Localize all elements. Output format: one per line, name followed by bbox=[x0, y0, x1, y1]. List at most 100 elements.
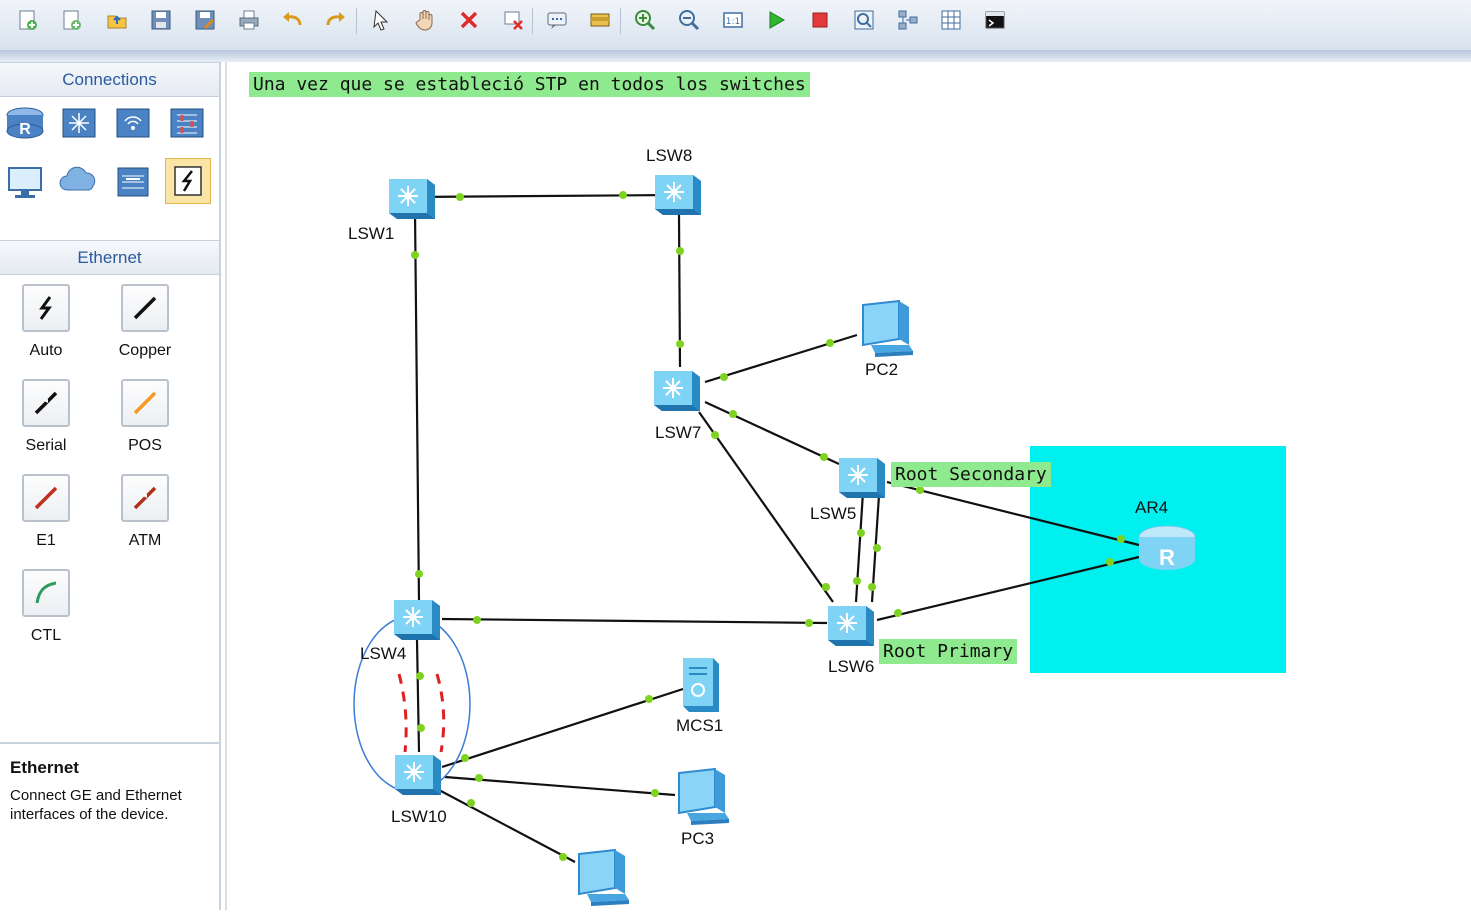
server-icon[interactable] bbox=[112, 160, 156, 204]
link-lsw5-lsw6-a[interactable] bbox=[854, 491, 865, 603]
connections-header[interactable]: Connections bbox=[0, 62, 219, 97]
cli-icon[interactable] bbox=[981, 6, 1009, 34]
save-as-icon[interactable] bbox=[191, 6, 219, 34]
open-icon[interactable] bbox=[103, 6, 131, 34]
router-ar4[interactable]: R bbox=[1138, 525, 1196, 570]
switch-lsw5[interactable] bbox=[838, 457, 886, 499]
cable-serial[interactable]: Serial bbox=[6, 379, 86, 455]
cable-label: CTL bbox=[30, 627, 62, 644]
router-icon[interactable]: R bbox=[3, 101, 47, 145]
delete-icon[interactable] bbox=[455, 6, 483, 34]
topology-icon[interactable] bbox=[894, 6, 922, 34]
print-icon[interactable] bbox=[235, 6, 263, 34]
cable-label: E1 bbox=[36, 532, 56, 549]
save-icon[interactable] bbox=[147, 6, 175, 34]
cloud-icon[interactable] bbox=[58, 160, 102, 204]
pc-icon[interactable] bbox=[3, 160, 47, 204]
pc-pc4[interactable] bbox=[578, 849, 630, 907]
select-pointer-icon[interactable] bbox=[367, 6, 395, 34]
pc-pc3[interactable] bbox=[678, 768, 730, 826]
link-lsw10-pc4[interactable] bbox=[438, 789, 576, 863]
label-pc3: PC3 bbox=[681, 829, 715, 848]
grid-icon[interactable] bbox=[937, 6, 965, 34]
switch-lsw6[interactable] bbox=[827, 605, 875, 647]
label-pc2: PC2 bbox=[865, 360, 899, 379]
device-panel: Connections R Ethernet Auto Copper Seria… bbox=[0, 62, 221, 912]
switch-lsw7[interactable] bbox=[653, 370, 701, 412]
cable-copper[interactable]: Copper bbox=[105, 284, 185, 360]
label-lsw1: LSW1 bbox=[348, 224, 395, 243]
topology-canvas[interactable]: R Una vez que se estableció STP en todos… bbox=[225, 62, 1471, 910]
zoom-in-icon[interactable] bbox=[631, 6, 659, 34]
svg-text:1:1: 1:1 bbox=[726, 17, 740, 27]
label-lsw6: LSW6 bbox=[828, 657, 875, 676]
undo-icon[interactable] bbox=[278, 6, 306, 34]
redo-icon[interactable] bbox=[322, 6, 350, 34]
connection-cable-icon[interactable] bbox=[165, 158, 211, 204]
new-page-icon[interactable] bbox=[58, 6, 86, 34]
port-indicators bbox=[411, 191, 1125, 861]
capture-icon[interactable] bbox=[850, 6, 878, 34]
label-lsw8: LSW8 bbox=[646, 146, 693, 165]
label-lsw4: LSW4 bbox=[360, 644, 407, 663]
description-panel: Ethernet Connect GE and Ethernet interfa… bbox=[0, 742, 219, 912]
svg-text:R: R bbox=[1159, 545, 1175, 570]
switch-lsw4[interactable] bbox=[393, 599, 441, 641]
ctl-cable-icon bbox=[22, 569, 70, 617]
link-lsw1-lsw8[interactable] bbox=[412, 193, 676, 199]
description-title: Ethernet bbox=[10, 758, 79, 777]
start-devices-icon[interactable] bbox=[762, 6, 790, 34]
label-lsw10: LSW10 bbox=[391, 807, 447, 826]
cable-label: ATM bbox=[128, 532, 162, 549]
zoom-out-icon[interactable] bbox=[675, 6, 703, 34]
blocked-port-mark-right bbox=[435, 673, 446, 753]
ethernet-header[interactable]: Ethernet bbox=[0, 240, 219, 275]
pan-hand-icon[interactable] bbox=[411, 6, 439, 34]
pos-cable-icon bbox=[121, 379, 169, 427]
link-lsw7-lsw5[interactable] bbox=[704, 401, 840, 465]
description-text: Connect GE and Ethernet interfaces of th… bbox=[10, 787, 182, 823]
link-lsw4-lsw6[interactable] bbox=[441, 617, 828, 625]
switch-lsw1[interactable] bbox=[388, 178, 436, 220]
link-lsw7-pc2[interactable] bbox=[704, 333, 858, 384]
stop-devices-icon[interactable] bbox=[806, 6, 834, 34]
main-toolbar: 1:1 bbox=[0, 0, 1471, 51]
link-lsw4-lsw10[interactable] bbox=[415, 639, 421, 753]
cable-e1[interactable]: E1 bbox=[6, 474, 86, 550]
e1-cable-icon bbox=[22, 474, 70, 522]
switch-icon[interactable] bbox=[58, 101, 102, 145]
serial-cable-icon bbox=[22, 379, 70, 427]
root-secondary-note[interactable]: Root Secondary bbox=[891, 462, 1051, 487]
delete-link-icon[interactable] bbox=[499, 6, 527, 34]
cable-ctl[interactable]: CTL bbox=[6, 569, 86, 645]
cable-auto[interactable]: Auto bbox=[6, 284, 86, 360]
new-topology-icon[interactable] bbox=[14, 6, 42, 34]
wireless-icon[interactable] bbox=[112, 101, 156, 145]
label-ar4: AR4 bbox=[1135, 498, 1169, 517]
palette-icon[interactable] bbox=[586, 6, 614, 34]
firewall-icon[interactable] bbox=[166, 101, 210, 145]
label-lsw5: LSW5 bbox=[810, 504, 857, 523]
auto-cable-icon bbox=[22, 284, 70, 332]
title-note[interactable]: Una vez que se estableció STP en todos l… bbox=[249, 72, 810, 97]
pc-pc2[interactable] bbox=[862, 300, 914, 358]
blocked-port-mark-left bbox=[397, 673, 408, 753]
cable-atm[interactable]: ATM bbox=[105, 474, 185, 550]
atm-cable-icon bbox=[121, 474, 169, 522]
switch-lsw10[interactable] bbox=[394, 754, 442, 796]
cable-pos[interactable]: POS bbox=[105, 379, 185, 455]
cable-label: Auto bbox=[29, 342, 63, 359]
label-lsw7: LSW7 bbox=[655, 423, 702, 442]
label-mcs1: MCS1 bbox=[676, 716, 724, 735]
copper-cable-icon bbox=[121, 284, 169, 332]
toolbar-shadow bbox=[0, 50, 1471, 62]
svg-text:R: R bbox=[19, 121, 31, 138]
text-note-icon[interactable] bbox=[543, 6, 571, 34]
root-primary-note[interactable]: Root Primary bbox=[879, 639, 1018, 664]
link-lsw1-lsw4[interactable] bbox=[413, 211, 421, 603]
cable-label: Serial bbox=[25, 437, 67, 454]
fit-view-icon[interactable]: 1:1 bbox=[719, 6, 747, 34]
server-mcs1[interactable] bbox=[683, 658, 719, 712]
cable-label: Copper bbox=[118, 342, 172, 359]
switch-lsw8[interactable] bbox=[654, 174, 702, 216]
